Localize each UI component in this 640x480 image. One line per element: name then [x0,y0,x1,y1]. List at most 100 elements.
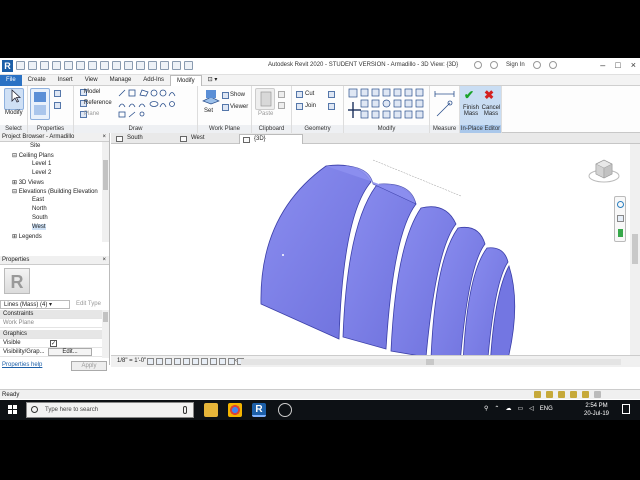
measure-icons[interactable] [434,90,456,120]
sync-icon[interactable] [40,61,49,70]
cart-icon[interactable] [532,61,541,69]
copy-icon[interactable] [278,91,285,98]
switch-windows-icon[interactable] [184,61,193,70]
tab-view[interactable]: View [79,75,104,86]
drag-elements-icon[interactable] [582,391,589,398]
scroll-left-icon[interactable]: ‹ [235,358,237,364]
zoom-icon[interactable] [617,215,624,222]
edit-type-button[interactable]: Edit Type [76,301,101,307]
tab-file[interactable]: File [0,75,22,86]
onedrive-icon[interactable]: ☁ [505,405,511,412]
tab-insert[interactable]: Insert [52,75,79,86]
finish-mass-button[interactable]: Finish Mass [462,105,480,117]
paint-icon[interactable] [328,103,335,110]
viewer-icon[interactable] [222,104,229,111]
open-icon[interactable] [16,61,25,70]
help-icon[interactable] [548,61,557,69]
drawing-canvas[interactable]: 1/8" = 1'-0" ‹ [111,144,640,367]
close-icon[interactable]: × [102,133,106,142]
save-icon[interactable] [28,61,37,70]
notification-icon[interactable] [622,404,630,414]
tag-icon[interactable] [112,61,121,70]
viewcube-icon[interactable] [587,154,621,188]
revit-app-logo[interactable]: R [2,60,13,72]
tree-item-north[interactable]: North [32,206,47,212]
select-pinned-icon[interactable] [558,391,565,398]
tree-item-ceiling-plans[interactable]: ⊟ Ceiling Plans [12,152,54,159]
tray-expand-icon[interactable]: ⌃ [494,405,499,412]
3d-view-icon[interactable] [136,61,145,70]
ribbon-options-icon[interactable]: ⊡ ▾ [202,75,224,86]
file-explorer-icon[interactable] [204,403,218,417]
canvas-horizontal-scrollbar[interactable] [241,359,621,365]
tab-view-west[interactable]: West [177,134,239,144]
language-indicator[interactable]: ENG [540,406,553,412]
tree-item-legends[interactable]: ⊞ Legends [12,233,42,240]
temp-hide-icon[interactable] [219,358,226,365]
visible-checkbox[interactable]: ✓ [50,340,57,347]
armadillo-mass-model[interactable] [111,144,630,355]
undo-icon[interactable] [52,61,61,70]
tree-item-3d-views[interactable]: ⊞ 3D Views [12,179,44,186]
scroll-thumb[interactable] [632,234,638,264]
family-types-icon[interactable] [54,90,61,97]
panel-select-label[interactable]: Select [0,125,27,133]
graphics-group[interactable]: Graphics [0,330,102,339]
redo-icon[interactable] [64,61,73,70]
properties-help-link[interactable]: Properties help [2,362,42,368]
text-icon[interactable] [124,61,133,70]
tree-item-level-1[interactable]: Level 1 [32,161,51,167]
user-icon[interactable] [490,61,498,69]
canvas-vertical-scrollbar[interactable] [630,144,640,355]
modify-button[interactable] [4,88,24,110]
close-hidden-icon[interactable] [172,61,181,70]
tab-create[interactable]: Create [22,75,52,86]
select-underlay-icon[interactable] [546,391,553,398]
microphone-icon[interactable] [183,406,187,414]
sun-path-icon[interactable] [165,358,172,365]
crop-view-icon[interactable] [192,358,199,365]
tree-item-west[interactable]: West [32,224,46,230]
steering-wheel-icon[interactable] [617,201,624,208]
panel-draw-label[interactable]: Draw [74,125,197,133]
maximize-icon[interactable]: □ [615,60,620,70]
windows-start-icon[interactable] [8,405,18,415]
panel-measure-label[interactable]: Measure [430,125,459,133]
finish-mass-icon[interactable]: ✔ [464,88,474,102]
properties-scrollbar[interactable] [102,310,109,358]
detail-level-icon[interactable] [147,358,154,365]
tree-item-south[interactable]: South [32,215,48,221]
panel-modify-label[interactable]: Modify [344,125,429,133]
search-icon[interactable] [474,61,482,69]
section-icon[interactable] [148,61,157,70]
browser-scrollbar[interactable] [102,142,109,242]
type-selector[interactable]: Lines (Mass) (4) ▾ [0,300,70,309]
dimension-icon[interactable] [100,61,109,70]
close-icon[interactable]: × [631,60,636,70]
tab-view-south[interactable]: South [113,134,175,144]
show-work-plane-icon[interactable] [222,92,229,99]
visibility-edit-button[interactable]: Edit... [48,348,92,356]
reveal-hidden-icon[interactable] [228,358,235,365]
tree-item-elevations[interactable]: ⊟ Elevations (Building Elevation [12,188,98,195]
view-scale[interactable]: 1/8" = 1'-0" [117,358,146,364]
tab-modify[interactable]: Modify [169,75,202,86]
type-properties-button[interactable] [30,88,50,120]
constraints-group[interactable]: Constraints [0,310,102,319]
tree-item-site[interactable]: Site [30,143,40,149]
minimize-icon[interactable]: – [600,60,605,70]
select-by-face-icon[interactable] [570,391,577,398]
render-icon[interactable] [183,358,190,365]
tree-item-east[interactable]: East [32,197,44,203]
visual-style-icon[interactable] [156,358,163,365]
lock-3d-icon[interactable] [210,358,217,365]
filter-icon[interactable] [594,391,601,398]
tab-manage[interactable]: Manage [104,75,138,86]
app-taskbar-icon[interactable] [278,403,292,417]
zoom-extents-icon[interactable] [618,229,623,237]
cut-geometry-icon[interactable] [296,91,303,98]
thin-lines-icon[interactable] [160,61,169,70]
cancel-mass-icon[interactable]: ✖ [484,88,494,102]
join-geometry-icon[interactable] [296,103,303,110]
show-crop-icon[interactable] [201,358,208,365]
